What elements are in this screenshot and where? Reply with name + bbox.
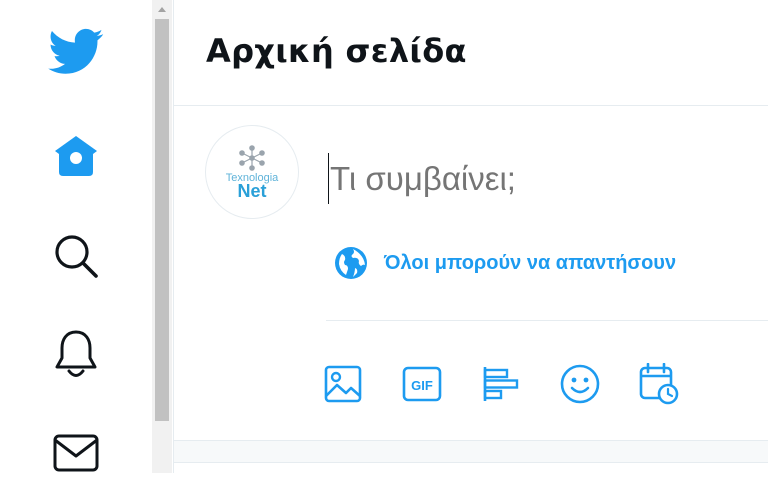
twitter-logo-icon[interactable] (46, 22, 106, 82)
page-title: Αρχική σελίδα (206, 32, 467, 70)
compose-tweet-input[interactable] (330, 160, 730, 198)
emoji-icon[interactable] (559, 363, 601, 405)
gif-label: GIF (411, 378, 433, 393)
home-icon[interactable] (46, 126, 106, 186)
section-separator (174, 440, 768, 463)
scrollbar-thumb[interactable] (155, 19, 169, 421)
avatar[interactable]: Texnologia Net (205, 125, 299, 219)
messages-mail-icon[interactable] (46, 422, 106, 482)
scrollbar[interactable] (152, 0, 172, 473)
reply-setting-button[interactable]: Όλοι μπορούν να απαντήσουν (334, 246, 676, 280)
avatar-brand-bold-text: Net (237, 181, 267, 201)
sidebar (0, 0, 152, 473)
network-logo-icon (239, 145, 265, 171)
search-icon[interactable] (46, 226, 106, 286)
scroll-up-arrow-icon[interactable] (152, 0, 172, 18)
header: Αρχική σελίδα (174, 0, 768, 106)
poll-icon[interactable] (480, 363, 522, 405)
notifications-bell-icon[interactable] (46, 324, 106, 384)
text-caret (328, 153, 329, 204)
gif-icon[interactable]: GIF (401, 363, 443, 405)
reply-setting-label: Όλοι μπορούν να απαντήσουν (384, 251, 677, 274)
section-divider (174, 462, 768, 463)
globe-icon (335, 247, 367, 279)
media-image-icon[interactable] (322, 363, 364, 405)
compose-divider (326, 320, 768, 321)
schedule-icon[interactable] (638, 363, 680, 405)
main-column: Αρχική σελίδα Texnologia Net Όλοι μπορού… (173, 0, 768, 473)
